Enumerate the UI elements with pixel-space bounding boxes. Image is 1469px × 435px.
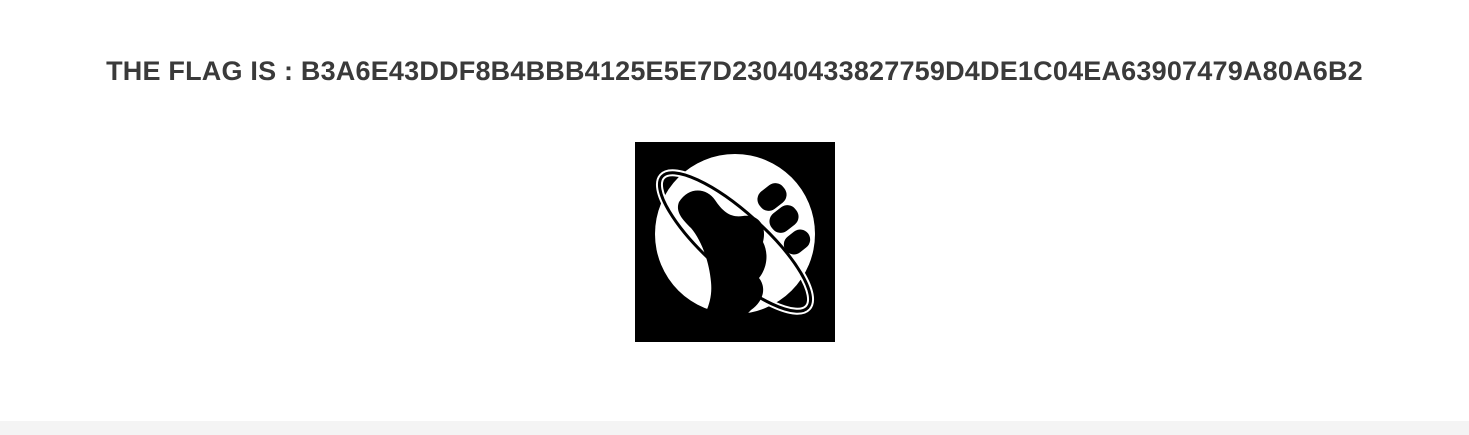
flag-heading: THE FLAG IS : B3A6E43DDF8B4BBB4125E5E7D2… bbox=[106, 56, 1363, 87]
footer-band bbox=[0, 421, 1469, 435]
thumbs-up-planet-icon bbox=[635, 142, 835, 342]
page: THE FLAG IS : B3A6E43DDF8B4BBB4125E5E7D2… bbox=[0, 0, 1469, 435]
